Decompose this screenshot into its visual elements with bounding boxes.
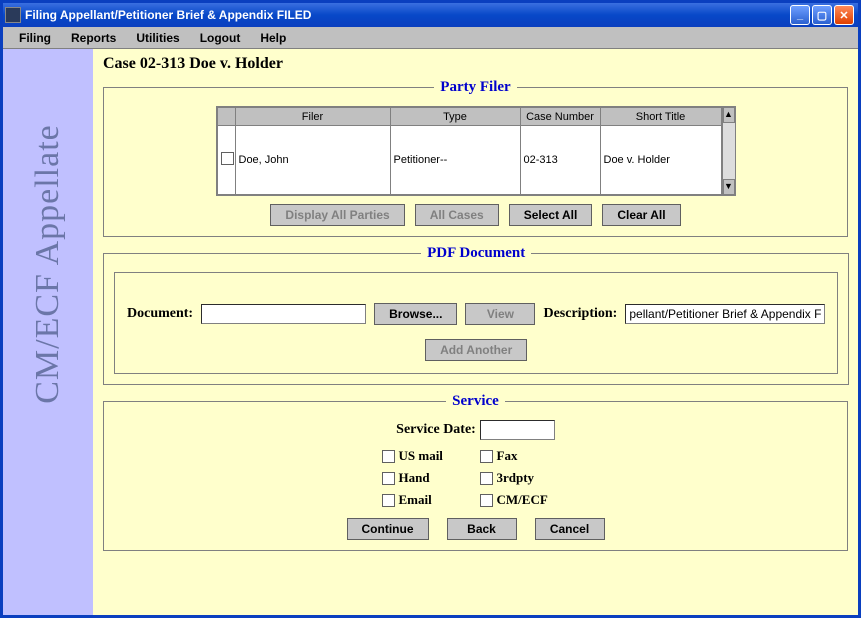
us-mail-option[interactable]: US mail — [382, 448, 472, 464]
service-group: Service Service Date: US mail Fax Hand 3… — [103, 393, 848, 551]
party-filer-table: Filer Type Case Number Short Title Doe, … — [217, 107, 722, 195]
description-input[interactable] — [625, 304, 825, 324]
cancel-button[interactable]: Cancel — [535, 518, 605, 540]
document-label: Document: — [127, 306, 193, 322]
titlebar: Filing Appellant/Petitioner Brief & Appe… — [3, 3, 858, 27]
pdf-document-group: PDF Document Document: Browse... View De… — [103, 245, 849, 385]
cell-short-title: Doe v. Holder — [600, 126, 721, 195]
service-legend: Service — [446, 393, 505, 410]
app-window: Filing Appellant/Petitioner Brief & Appe… — [0, 0, 861, 618]
case-title: Case 02-313 Doe v. Holder — [103, 55, 848, 73]
cell-type: Petitioner-- — [390, 126, 520, 195]
menu-help[interactable]: Help — [250, 29, 296, 47]
minimize-button[interactable]: _ — [790, 5, 810, 25]
body-area: CM/ECF Appellate Case 02-313 Doe v. Hold… — [3, 49, 858, 615]
col-case-number: Case Number — [520, 108, 600, 126]
display-all-parties-button[interactable]: Display All Parties — [270, 204, 404, 226]
hand-option[interactable]: Hand — [382, 470, 472, 486]
scroll-up-icon[interactable]: ▲ — [723, 107, 735, 123]
thirdpty-option[interactable]: 3rdpty — [480, 470, 570, 486]
checkbox-icon — [480, 494, 493, 507]
all-cases-button[interactable]: All Cases — [415, 204, 499, 226]
cmecf-option[interactable]: CM/ECF — [480, 492, 570, 508]
scroll-down-icon[interactable]: ▼ — [723, 179, 735, 195]
fax-option[interactable]: Fax — [480, 448, 570, 464]
sidebar: CM/ECF Appellate — [3, 49, 93, 615]
service-date-label: Service Date: — [396, 422, 476, 438]
maximize-button[interactable]: ▢ — [812, 5, 832, 25]
table-scrollbar[interactable]: ▲ ▼ — [722, 107, 735, 195]
window-controls: _ ▢ ✕ — [790, 5, 854, 25]
menu-logout[interactable]: Logout — [190, 29, 251, 47]
party-filer-legend: Party Filer — [434, 79, 516, 96]
sidebar-brand: CM/ECF Appellate — [29, 124, 67, 404]
col-type: Type — [390, 108, 520, 126]
checkbox-icon — [382, 472, 395, 485]
continue-button[interactable]: Continue — [347, 518, 429, 540]
menu-reports[interactable]: Reports — [61, 29, 126, 47]
col-check — [217, 108, 235, 126]
select-all-button[interactable]: Select All — [509, 204, 593, 226]
menu-filing[interactable]: Filing — [9, 29, 61, 47]
document-input[interactable] — [201, 304, 366, 324]
checkbox-icon — [382, 450, 395, 463]
service-methods: US mail Fax Hand 3rdpty Email CM/ECF — [114, 448, 837, 508]
row-checkbox[interactable] — [221, 152, 234, 165]
main-content: Case 02-313 Doe v. Holder Party Filer — [93, 49, 858, 615]
back-button[interactable]: Back — [447, 518, 517, 540]
close-button[interactable]: ✕ — [834, 5, 854, 25]
checkbox-icon — [480, 472, 493, 485]
cell-filer: Doe, John — [235, 126, 390, 195]
view-button[interactable]: View — [465, 303, 535, 325]
service-date-input[interactable] — [480, 420, 555, 440]
description-label: Description: — [543, 306, 617, 322]
party-filer-table-container: Filer Type Case Number Short Title Doe, … — [216, 106, 736, 196]
pdf-legend: PDF Document — [421, 245, 531, 262]
col-filer: Filer — [235, 108, 390, 126]
party-filer-group: Party Filer Filer Type — [103, 79, 848, 237]
menu-utilities[interactable]: Utilities — [126, 29, 189, 47]
email-option[interactable]: Email — [382, 492, 472, 508]
add-another-button[interactable]: Add Another — [425, 339, 527, 361]
browse-button[interactable]: Browse... — [374, 303, 457, 325]
col-short-title: Short Title — [600, 108, 721, 126]
checkbox-icon — [382, 494, 395, 507]
app-icon — [5, 7, 21, 23]
clear-all-button[interactable]: Clear All — [602, 204, 680, 226]
pdf-inner: Document: Browse... View Description: Ad… — [114, 272, 838, 374]
table-row[interactable]: Doe, John Petitioner-- 02-313 Doe v. Hol… — [217, 126, 721, 195]
menubar: Filing Reports Utilities Logout Help — [3, 27, 858, 49]
cell-case-number: 02-313 — [520, 126, 600, 195]
window-title: Filing Appellant/Petitioner Brief & Appe… — [25, 8, 790, 22]
checkbox-icon — [480, 450, 493, 463]
